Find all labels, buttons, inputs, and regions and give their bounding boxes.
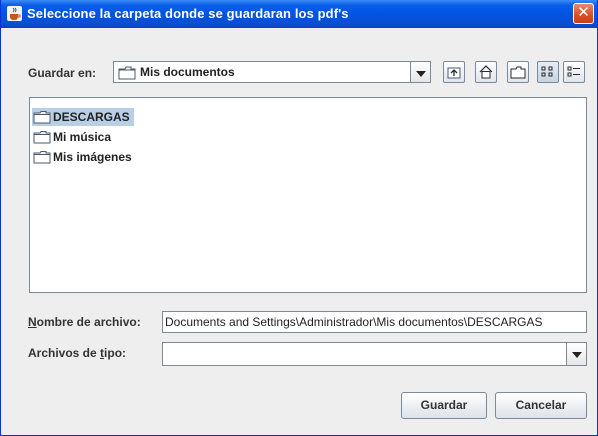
chevron-down-icon[interactable] xyxy=(410,62,430,82)
list-view-button[interactable] xyxy=(537,61,559,83)
filetype-label: Archivos de tipo: xyxy=(28,346,126,360)
up-folder-icon xyxy=(447,67,461,79)
save-in-combo[interactable]: Mis documentos xyxy=(113,61,431,83)
up-folder-button[interactable] xyxy=(443,61,465,83)
filetype-label-post: ipo: xyxy=(104,346,127,360)
filename-input[interactable]: Documents and Settings\Administrador\Mis… xyxy=(162,311,587,333)
home-icon xyxy=(479,65,493,79)
list-item[interactable]: Mi música xyxy=(32,128,115,146)
folder-icon xyxy=(33,111,51,124)
close-icon: ✕ xyxy=(577,4,590,21)
filename-value: Documents and Settings\Administrador\Mis… xyxy=(165,315,543,329)
list-view-icon xyxy=(541,66,553,77)
details-view-button[interactable] xyxy=(563,61,585,83)
folder-icon xyxy=(33,151,51,164)
list-item-label: Mi música xyxy=(53,130,112,144)
java-cup-icon xyxy=(7,6,22,21)
save-button[interactable]: Guardar xyxy=(401,392,487,419)
list-item-label: Mis imágenes xyxy=(53,150,132,164)
filename-label-text: ombre de archivo: xyxy=(36,315,141,329)
filename-label-mnemonic: N xyxy=(28,315,37,329)
close-button[interactable]: ✕ xyxy=(573,3,594,24)
new-folder-icon xyxy=(510,66,526,79)
file-list[interactable]: DESCARGAS Mi música Mis imágenes xyxy=(29,97,587,293)
filename-label: Nombre de archivo: xyxy=(28,315,141,329)
title-bar[interactable]: Seleccione la carpeta donde se guardaran… xyxy=(1,0,597,28)
folder-icon xyxy=(33,131,51,144)
save-in-label: Guardar en: xyxy=(28,66,97,80)
folder-icon xyxy=(118,66,136,80)
filetype-combo[interactable] xyxy=(162,342,587,366)
new-folder-button[interactable] xyxy=(507,61,529,83)
details-view-icon xyxy=(567,66,580,77)
save-in-value: Mis documentos xyxy=(140,65,235,79)
window-title: Seleccione la carpeta donde se guardaran… xyxy=(27,6,349,21)
filetype-label-pre: Archivos de xyxy=(28,346,101,360)
chevron-down-icon[interactable] xyxy=(566,343,586,365)
home-button[interactable] xyxy=(475,61,497,83)
list-item[interactable]: Mis imágenes xyxy=(32,148,136,166)
save-dialog: Seleccione la carpeta donde se guardaran… xyxy=(0,0,598,436)
list-item[interactable]: DESCARGAS xyxy=(32,108,134,126)
list-item-label: DESCARGAS xyxy=(53,110,130,124)
cancel-button[interactable]: Cancelar xyxy=(495,392,587,419)
